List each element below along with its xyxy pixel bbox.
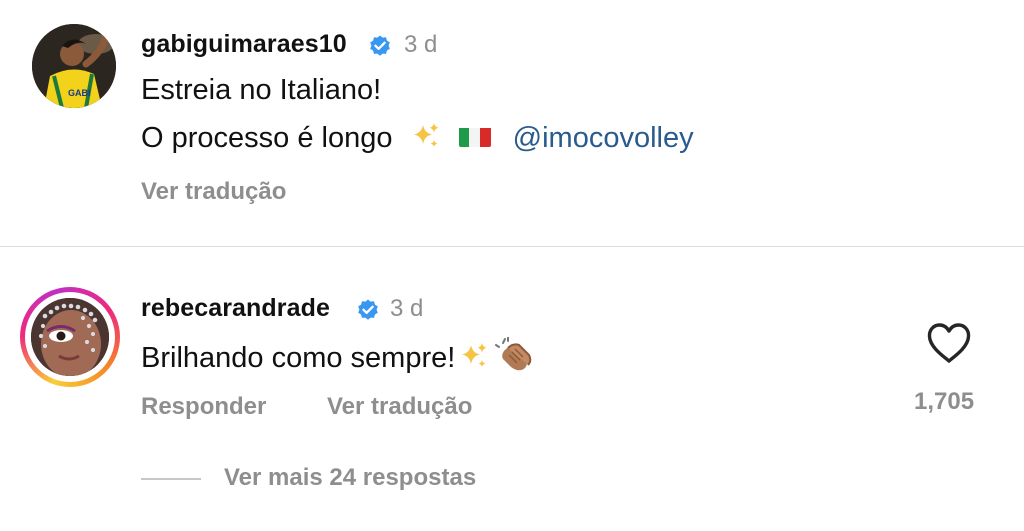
verified-badge-icon bbox=[370, 35, 390, 56]
like-count: 1,705 bbox=[914, 388, 975, 415]
post-author-username[interactable]: gabiguimaraes10 bbox=[141, 30, 347, 59]
view-more-replies-button[interactable]: Ver mais 24 respostas bbox=[224, 464, 476, 492]
divider bbox=[0, 246, 1024, 247]
post-caption: GABI gabiguimaraes10 3 d Estreia no Ital… bbox=[0, 0, 1024, 246]
athlete-photo-icon: GABI bbox=[32, 24, 116, 108]
heart-icon[interactable] bbox=[926, 322, 972, 364]
mention-link[interactable]: @imocovolley bbox=[513, 122, 694, 154]
verified-badge-icon bbox=[358, 299, 378, 320]
clapping-hands-emoji-icon bbox=[495, 337, 532, 371]
replies-divider-line bbox=[141, 478, 201, 480]
comments-panel: GABI gabiguimaraes10 3 d Estreia no Ital… bbox=[0, 0, 1024, 531]
comment-author-username[interactable]: rebecarandrade bbox=[141, 294, 330, 323]
caption-line-2: O processo é longo @imocovolley bbox=[141, 121, 694, 155]
jersey-text: GABI bbox=[68, 88, 91, 98]
italy-flag-icon bbox=[458, 125, 491, 147]
sparkles-emoji-icon bbox=[462, 343, 487, 367]
caption-text-1: Estreia no Italiano! bbox=[141, 74, 382, 106]
face-photo-icon bbox=[31, 298, 109, 376]
comment-translate-link[interactable]: Ver tradução bbox=[327, 393, 472, 421]
comment-body: Brilhando como sempre! bbox=[141, 337, 533, 375]
reply-button[interactable]: Responder bbox=[141, 393, 266, 421]
post-time: 3 d bbox=[404, 31, 438, 58]
comment-text: Brilhando como sempre! bbox=[141, 342, 456, 374]
comment-author-avatar[interactable] bbox=[31, 298, 109, 376]
sparkles-emoji-icon bbox=[413, 123, 439, 147]
caption-text-2: O processo é longo bbox=[141, 122, 393, 154]
story-ring[interactable] bbox=[20, 287, 120, 387]
post-translate-link[interactable]: Ver tradução bbox=[141, 178, 286, 206]
post-author-avatar[interactable]: GABI bbox=[32, 24, 116, 108]
caption-line-1: Estreia no Italiano! bbox=[141, 74, 381, 107]
comment-time: 3 d bbox=[390, 295, 424, 322]
